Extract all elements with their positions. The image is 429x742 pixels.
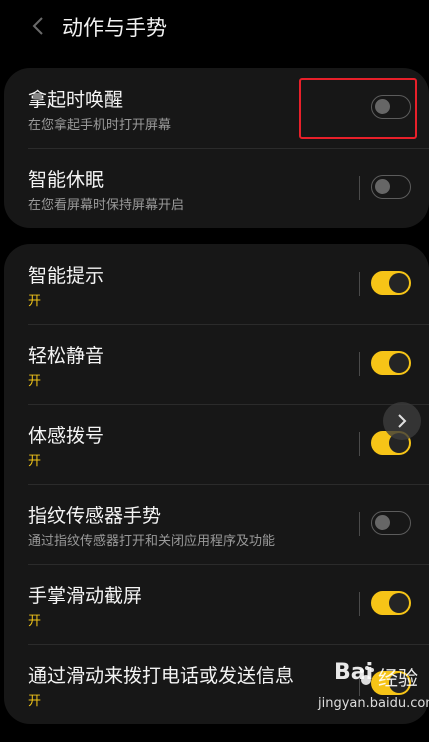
setting-title: 智能提示 bbox=[28, 265, 105, 287]
app-bar: 动作与手势 bbox=[0, 0, 429, 56]
vertical-divider bbox=[359, 512, 360, 536]
setting-row[interactable]: 智能提示开 bbox=[4, 244, 429, 324]
vertical-divider bbox=[359, 352, 360, 376]
paw-icon: 经验 bbox=[360, 666, 418, 690]
setting-title: 通过滑动来拨打电话或发送信息 bbox=[28, 665, 295, 687]
toggle-switch[interactable] bbox=[371, 175, 411, 199]
toggle-switch[interactable] bbox=[371, 351, 411, 375]
settings-group-gestures: 智能提示开轻松静音开体感拨号开指纹传感器手势 通过指纹传感器打开和关闭应用程序及功… bbox=[4, 244, 429, 724]
setting-status: 开 bbox=[28, 454, 42, 469]
vertical-divider bbox=[359, 592, 360, 616]
setting-row[interactable]: 手掌滑动截屏开 bbox=[4, 564, 429, 644]
setting-status: 开 bbox=[28, 694, 42, 709]
setting-row[interactable]: 智能休眠在您看屏幕时保持屏幕开启 bbox=[4, 148, 429, 228]
vertical-divider bbox=[359, 432, 360, 456]
toggle-switch[interactable] bbox=[371, 511, 411, 535]
setting-status: 开 bbox=[28, 294, 42, 309]
setting-row[interactable]: 指纹传感器手势通过指纹传感器打开和关闭应用程序及功能 bbox=[4, 484, 429, 564]
chevron-left-icon[interactable] bbox=[28, 14, 48, 38]
setting-title: 智能休眠 bbox=[28, 169, 105, 191]
setting-row[interactable]: 轻松静音开 bbox=[4, 324, 429, 404]
svg-text:经验: 经验 bbox=[378, 666, 418, 690]
toggle-switch[interactable] bbox=[371, 271, 411, 295]
setting-row[interactable]: 拿起时唤醒在您拿起手机时打开屏幕 bbox=[4, 68, 429, 148]
setting-title: 体感拨号 bbox=[28, 425, 105, 447]
page-title: 动作与手势 bbox=[62, 16, 167, 40]
vertical-divider bbox=[359, 176, 360, 200]
toggle-knob bbox=[375, 99, 390, 114]
setting-title: 轻松静音 bbox=[28, 345, 105, 367]
setting-description: 通过指纹传感器打开和关闭应用程序及功能 bbox=[28, 534, 276, 549]
vertical-divider bbox=[359, 272, 360, 296]
setting-status: 开 bbox=[28, 374, 42, 389]
settings-group-wake: 拿起时唤醒在您拿起手机时打开屏幕智能休眠在您看屏幕时保持屏幕开启 bbox=[4, 68, 429, 228]
setting-title: 手掌滑动截屏 bbox=[28, 585, 143, 607]
toggle-knob bbox=[375, 515, 390, 530]
baidu-watermark: Bai 经验 jingyan.baidu.com bbox=[312, 660, 429, 726]
setting-title: 指纹传感器手势 bbox=[28, 505, 162, 527]
setting-status: 开 bbox=[28, 614, 42, 629]
toggle-switch[interactable] bbox=[371, 591, 411, 615]
setting-row[interactable]: 体感拨号开 bbox=[4, 404, 429, 484]
setting-description: 在您拿起手机时打开屏幕 bbox=[28, 118, 172, 133]
scroll-next-button[interactable] bbox=[383, 402, 421, 440]
chevron-right-icon bbox=[398, 414, 407, 428]
setting-title: 拿起时唤醒 bbox=[28, 89, 124, 111]
toggle-switch[interactable] bbox=[371, 95, 411, 119]
setting-description: 在您看屏幕时保持屏幕开启 bbox=[28, 198, 185, 213]
toggle-knob bbox=[389, 593, 409, 613]
toggle-knob bbox=[375, 179, 390, 194]
watermark-url: jingyan.baidu.com bbox=[318, 696, 429, 711]
toggle-knob bbox=[389, 353, 409, 373]
toggle-knob bbox=[389, 273, 409, 293]
